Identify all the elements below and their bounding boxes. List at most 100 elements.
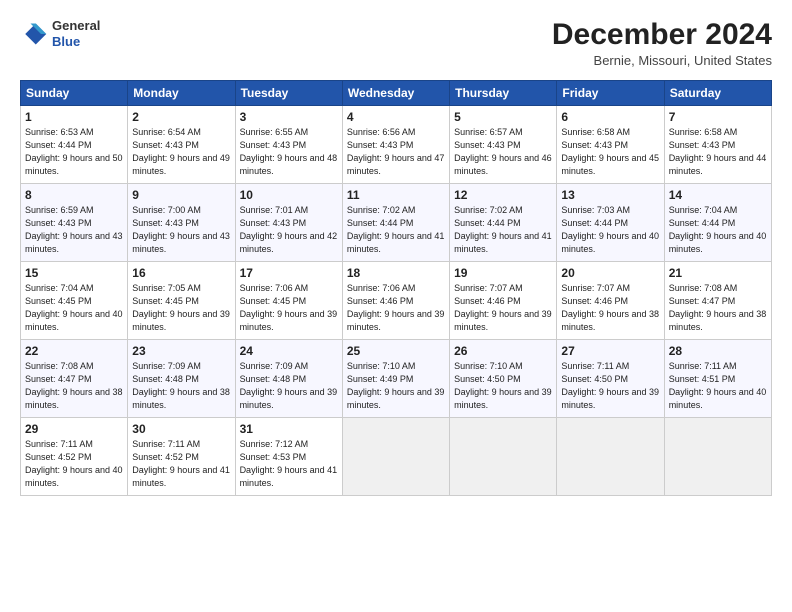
calendar-cell — [342, 418, 449, 496]
calendar-cell: 1Sunrise: 6:53 AMSunset: 4:44 PMDaylight… — [21, 106, 128, 184]
day-info: Sunrise: 7:08 AMSunset: 4:47 PMDaylight:… — [669, 282, 767, 334]
day-info: Sunrise: 7:11 AMSunset: 4:51 PMDaylight:… — [669, 360, 767, 412]
day-info: Sunrise: 7:09 AMSunset: 4:48 PMDaylight:… — [132, 360, 230, 412]
day-number: 14 — [669, 188, 767, 202]
calendar-header: Sunday Monday Tuesday Wednesday Thursday… — [21, 81, 772, 106]
day-number: 28 — [669, 344, 767, 358]
logo-blue: Blue — [52, 34, 100, 50]
calendar-cell — [450, 418, 557, 496]
calendar-page: General Blue December 2024 Bernie, Misso… — [0, 0, 792, 612]
day-info: Sunrise: 6:54 AMSunset: 4:43 PMDaylight:… — [132, 126, 230, 178]
day-number: 17 — [240, 266, 338, 280]
day-info: Sunrise: 6:59 AMSunset: 4:43 PMDaylight:… — [25, 204, 123, 256]
calendar-cell: 25Sunrise: 7:10 AMSunset: 4:49 PMDayligh… — [342, 340, 449, 418]
day-number: 25 — [347, 344, 445, 358]
calendar-cell: 13 Sunrise: 7:03 AMSunset: 4:44 PMDayligh… — [557, 184, 664, 262]
day-info: Sunrise: 7:06 AMSunset: 4:46 PMDaylight:… — [347, 282, 445, 334]
calendar-cell: 20Sunrise: 7:07 AMSunset: 4:46 PMDayligh… — [557, 262, 664, 340]
calendar-cell: 6 Sunrise: 6:58 AMSunset: 4:43 PMDaylight… — [557, 106, 664, 184]
calendar-cell: 16 Sunrise: 7:05 AMSunset: 4:45 PMDayligh… — [128, 262, 235, 340]
week-row-2: 8 Sunrise: 6:59 AMSunset: 4:43 PMDaylight… — [21, 184, 772, 262]
day-info: Sunrise: 6:58 AMSunset: 4:43 PMDaylight:… — [669, 126, 767, 178]
calendar-cell: 15Sunrise: 7:04 AMSunset: 4:45 PMDayligh… — [21, 262, 128, 340]
day-info: Sunrise: 7:00 AMSunset: 4:43 PMDaylight:… — [132, 204, 230, 256]
calendar-cell: 17Sunrise: 7:06 AMSunset: 4:45 PMDayligh… — [235, 262, 342, 340]
day-number: 19 — [454, 266, 552, 280]
day-number: 11 — [347, 188, 445, 202]
col-friday: Friday — [557, 81, 664, 106]
day-number: 18 — [347, 266, 445, 280]
location: Bernie, Missouri, United States — [552, 53, 772, 68]
page-header: General Blue December 2024 Bernie, Misso… — [20, 18, 772, 68]
calendar-cell: 27 Sunrise: 7:11 AMSunset: 4:50 PMDayligh… — [557, 340, 664, 418]
calendar-cell: 18 Sunrise: 7:06 AMSunset: 4:46 PMDayligh… — [342, 262, 449, 340]
week-row-5: 29 Sunrise: 7:11 AMSunset: 4:52 PMDayligh… — [21, 418, 772, 496]
day-number: 12 — [454, 188, 552, 202]
day-info: Sunrise: 7:11 AMSunset: 4:52 PMDaylight:… — [25, 438, 123, 490]
day-number: 16 — [132, 266, 230, 280]
day-info: Sunrise: 7:09 AMSunset: 4:48 PMDaylight:… — [240, 360, 338, 412]
day-number: 20 — [561, 266, 659, 280]
day-info: Sunrise: 6:56 AMSunset: 4:43 PMDaylight:… — [347, 126, 445, 178]
calendar-cell: 24 Sunrise: 7:09 AMSunset: 4:48 PMDayligh… — [235, 340, 342, 418]
calendar-cell: 30Sunrise: 7:11 AMSunset: 4:52 PMDayligh… — [128, 418, 235, 496]
calendar-cell: 5Sunrise: 6:57 AMSunset: 4:43 PMDaylight… — [450, 106, 557, 184]
day-number: 6 — [561, 110, 659, 124]
calendar-cell: 8 Sunrise: 6:59 AMSunset: 4:43 PMDaylight… — [21, 184, 128, 262]
calendar-body: 1Sunrise: 6:53 AMSunset: 4:44 PMDaylight… — [21, 106, 772, 496]
day-info: Sunrise: 7:03 AMSunset: 4:44 PMDaylight:… — [561, 204, 659, 256]
calendar-cell: 2 Sunrise: 6:54 AMSunset: 4:43 PMDaylight… — [128, 106, 235, 184]
logo-icon — [20, 20, 48, 48]
calendar-cell: 10Sunrise: 7:01 AMSunset: 4:43 PMDayligh… — [235, 184, 342, 262]
day-number: 24 — [240, 344, 338, 358]
day-info: Sunrise: 7:11 AMSunset: 4:50 PMDaylight:… — [561, 360, 659, 412]
col-thursday: Thursday — [450, 81, 557, 106]
day-info: Sunrise: 6:53 AMSunset: 4:44 PMDaylight:… — [25, 126, 123, 178]
calendar-cell: 31Sunrise: 7:12 AMSunset: 4:53 PMDayligh… — [235, 418, 342, 496]
col-wednesday: Wednesday — [342, 81, 449, 106]
calendar-cell: 9 Sunrise: 7:00 AMSunset: 4:43 PMDaylight… — [128, 184, 235, 262]
logo-text: General Blue — [52, 18, 100, 49]
week-row-4: 22 Sunrise: 7:08 AMSunset: 4:47 PMDayligh… — [21, 340, 772, 418]
calendar-cell: 12Sunrise: 7:02 AMSunset: 4:44 PMDayligh… — [450, 184, 557, 262]
calendar-cell: 28 Sunrise: 7:11 AMSunset: 4:51 PMDayligh… — [664, 340, 771, 418]
logo: General Blue — [20, 18, 100, 49]
calendar-cell: 19Sunrise: 7:07 AMSunset: 4:46 PMDayligh… — [450, 262, 557, 340]
day-number: 13 — [561, 188, 659, 202]
day-info: Sunrise: 7:05 AMSunset: 4:45 PMDaylight:… — [132, 282, 230, 334]
day-number: 2 — [132, 110, 230, 124]
day-number: 22 — [25, 344, 123, 358]
day-number: 26 — [454, 344, 552, 358]
calendar-cell: 22 Sunrise: 7:08 AMSunset: 4:47 PMDayligh… — [21, 340, 128, 418]
day-info: Sunrise: 6:58 AMSunset: 4:43 PMDaylight:… — [561, 126, 659, 178]
day-info: Sunrise: 7:10 AMSunset: 4:50 PMDaylight:… — [454, 360, 552, 412]
day-number: 7 — [669, 110, 767, 124]
day-info: Sunrise: 7:04 AMSunset: 4:45 PMDaylight:… — [25, 282, 123, 334]
day-number: 9 — [132, 188, 230, 202]
logo-general: General — [52, 18, 100, 34]
week-row-1: 1Sunrise: 6:53 AMSunset: 4:44 PMDaylight… — [21, 106, 772, 184]
col-sunday: Sunday — [21, 81, 128, 106]
day-number: 27 — [561, 344, 659, 358]
calendar-cell — [557, 418, 664, 496]
header-row: Sunday Monday Tuesday Wednesday Thursday… — [21, 81, 772, 106]
day-number: 4 — [347, 110, 445, 124]
day-number: 29 — [25, 422, 123, 436]
day-number: 8 — [25, 188, 123, 202]
day-info: Sunrise: 7:04 AMSunset: 4:44 PMDaylight:… — [669, 204, 767, 256]
calendar-cell: 29 Sunrise: 7:11 AMSunset: 4:52 PMDayligh… — [21, 418, 128, 496]
title-block: December 2024 Bernie, Missouri, United S… — [552, 18, 772, 68]
col-saturday: Saturday — [664, 81, 771, 106]
col-tuesday: Tuesday — [235, 81, 342, 106]
day-info: Sunrise: 7:01 AMSunset: 4:43 PMDaylight:… — [240, 204, 338, 256]
calendar-cell: 7 Sunrise: 6:58 AMSunset: 4:43 PMDaylight… — [664, 106, 771, 184]
day-info: Sunrise: 6:57 AMSunset: 4:43 PMDaylight:… — [454, 126, 552, 178]
day-info: Sunrise: 7:02 AMSunset: 4:44 PMDaylight:… — [347, 204, 445, 256]
calendar-cell: 14 Sunrise: 7:04 AMSunset: 4:44 PMDayligh… — [664, 184, 771, 262]
calendar-table: Sunday Monday Tuesday Wednesday Thursday… — [20, 80, 772, 496]
day-info: Sunrise: 7:12 AMSunset: 4:53 PMDaylight:… — [240, 438, 338, 490]
day-number: 23 — [132, 344, 230, 358]
day-info: Sunrise: 6:55 AMSunset: 4:43 PMDaylight:… — [240, 126, 338, 178]
day-info: Sunrise: 7:08 AMSunset: 4:47 PMDaylight:… — [25, 360, 123, 412]
calendar-cell: 26 Sunrise: 7:10 AMSunset: 4:50 PMDayligh… — [450, 340, 557, 418]
